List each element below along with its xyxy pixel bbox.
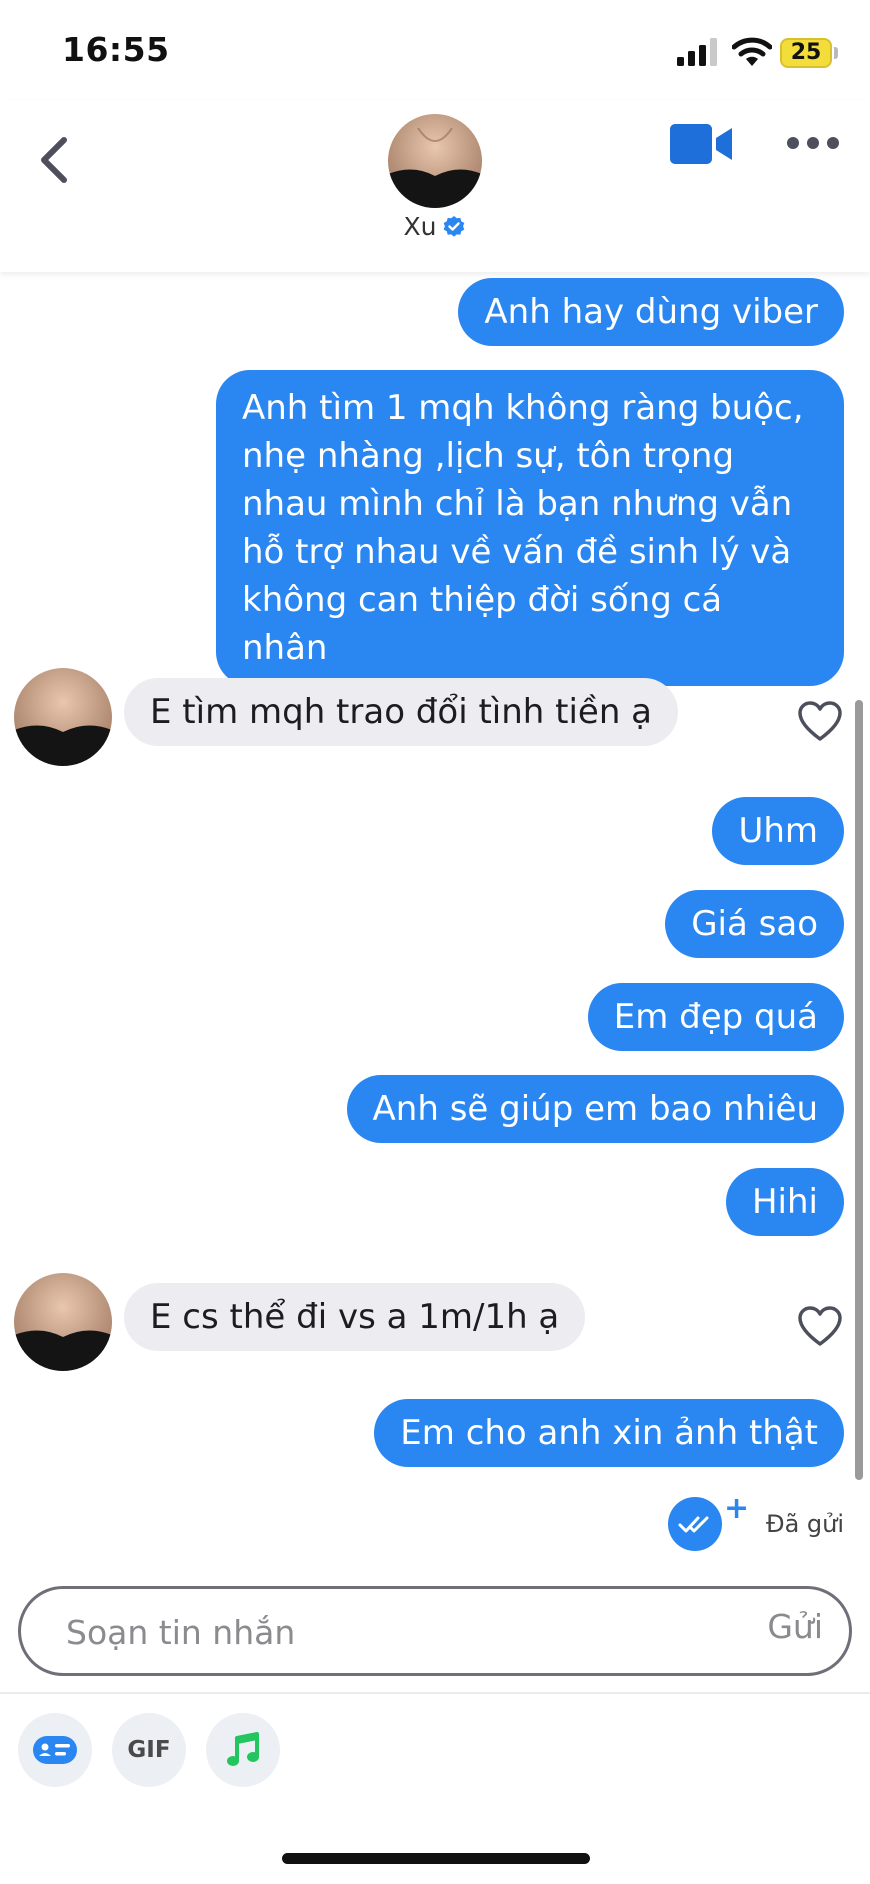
more-dots-icon[interactable]: [786, 130, 840, 156]
status-time: 16:55: [62, 30, 170, 69]
message-bubble-sent[interactable]: Uhm: [712, 797, 844, 865]
reaction-add-icon[interactable]: +: [724, 1494, 749, 1524]
battery-tip: [834, 47, 838, 59]
send-button[interactable]: Gửi: [767, 1607, 823, 1646]
video-camera-icon[interactable]: [668, 120, 736, 168]
sticker-button[interactable]: [18, 1713, 92, 1787]
contact-name-row[interactable]: Xu: [0, 212, 870, 241]
message-bubble-sent[interactable]: Anh hay dùng viber: [458, 278, 844, 346]
message-bubble-sent[interactable]: Em cho anh xin ảnh thật: [374, 1399, 844, 1467]
home-indicator[interactable]: [282, 1853, 590, 1864]
message-bubble-sent[interactable]: Anh sẽ giúp em bao nhiêu: [346, 1075, 844, 1143]
wifi-icon: [732, 37, 772, 66]
heart-icon[interactable]: [797, 1305, 843, 1347]
message-composer: Gửi: [18, 1586, 852, 1676]
contact-message-avatar[interactable]: [14, 1273, 112, 1371]
chat-header: Xu: [0, 100, 870, 272]
toolbar-divider: [0, 1692, 870, 1694]
contact-message-avatar[interactable]: [14, 668, 112, 766]
verified-badge-icon: [444, 215, 465, 237]
heart-icon[interactable]: [797, 700, 843, 742]
music-button[interactable]: [206, 1713, 280, 1787]
double-check-icon: [668, 1497, 722, 1551]
message-bubble-received[interactable]: E tìm mqh trao đổi tình tiền ạ: [124, 678, 679, 746]
sticker-card-icon: [33, 1736, 77, 1764]
contact-name: Xu: [403, 212, 437, 241]
cellular-signal-icon: [677, 38, 717, 66]
battery-indicator: 25: [780, 38, 832, 68]
message-bubble-received[interactable]: E cs thể đi vs a 1m/1h ạ: [124, 1283, 586, 1351]
back-arrow-icon[interactable]: [30, 130, 84, 190]
message-input[interactable]: [66, 1605, 666, 1659]
message-bubble-sent[interactable]: Anh tìm 1 mqh không ràng buộc, nhẹ nhàng…: [216, 370, 844, 686]
scrollbar[interactable]: [855, 700, 863, 1480]
delivery-status: Đã gửi: [766, 1510, 845, 1538]
music-note-icon: [227, 1732, 259, 1766]
gif-label: GIF: [127, 1737, 171, 1763]
status-bar: 16:55 25: [0, 0, 870, 100]
contact-avatar[interactable]: [388, 114, 482, 208]
message-bubble-sent[interactable]: Giá sao: [665, 890, 844, 958]
gif-button[interactable]: GIF: [112, 1713, 186, 1787]
message-bubble-sent[interactable]: Hihi: [725, 1168, 844, 1236]
message-bubble-sent[interactable]: Em đẹp quá: [587, 983, 844, 1051]
